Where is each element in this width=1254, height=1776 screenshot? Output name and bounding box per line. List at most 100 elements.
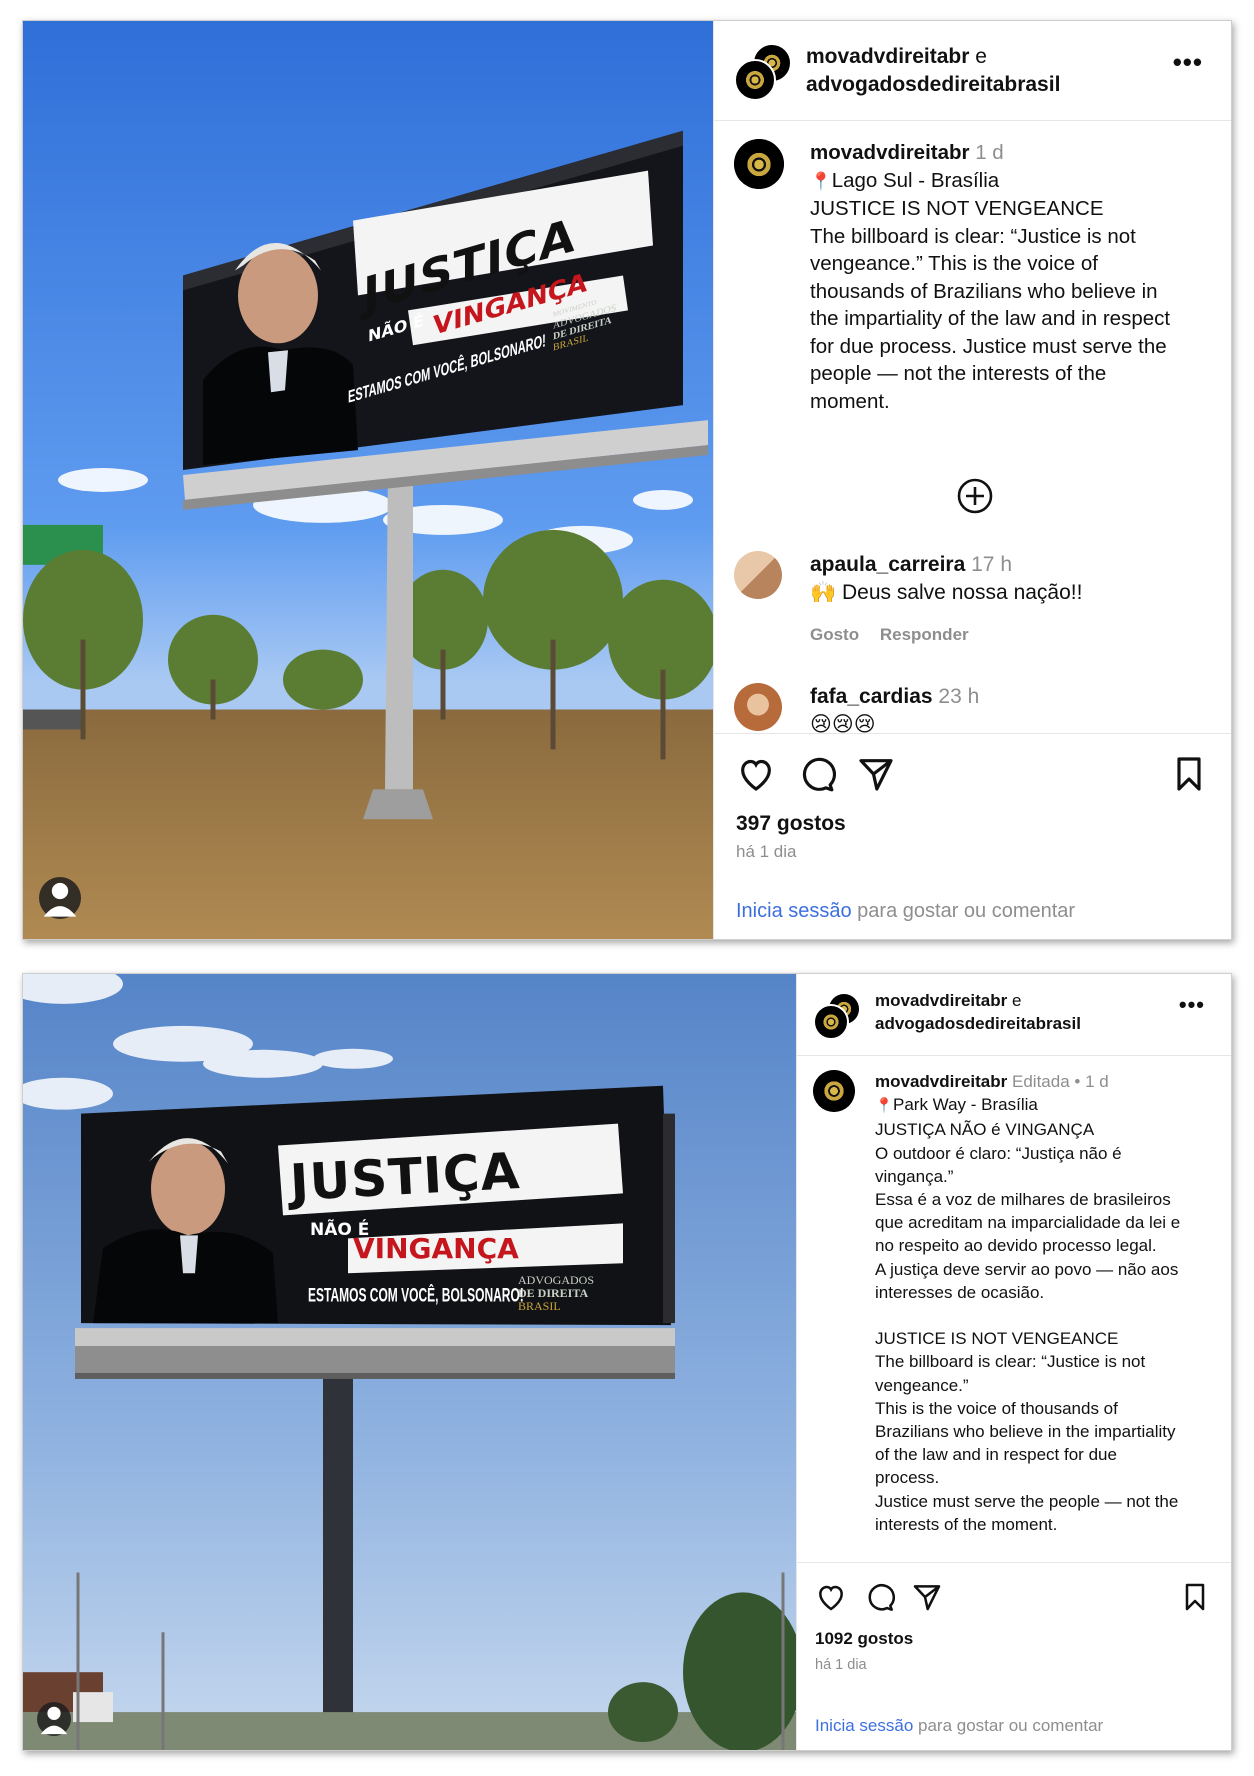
post-date[interactable]: há 1 dia bbox=[736, 842, 797, 862]
post-action-bar: 1092 gostos há 1 dia Inicia sessão para … bbox=[797, 1562, 1231, 1750]
post-header: movadvdireitabr e advogadosdedireitabras… bbox=[797, 974, 1231, 1056]
post-date[interactable]: há 1 dia bbox=[815, 1657, 867, 1673]
instagram-post-2: JUSTIÇA NÃO É VINGANÇA ESTAMOS COM VOCÊ,… bbox=[22, 973, 1232, 1751]
caption-line: vengeance.” bbox=[875, 1375, 969, 1395]
caption-edited: Editada • bbox=[1012, 1072, 1081, 1091]
login-prompt: Inicia sessão para gostar ou comentar bbox=[815, 1716, 1103, 1736]
caption-time: 1 d bbox=[975, 141, 1004, 164]
header-conjunction: e bbox=[1012, 991, 1022, 1010]
add-circle-icon[interactable] bbox=[956, 477, 994, 515]
billboard-tagline: ESTAMOS COM VOCÊ, BOLSONARO! bbox=[308, 1284, 524, 1307]
user-tag-icon bbox=[43, 882, 77, 917]
bookmark-icon[interactable] bbox=[1169, 754, 1209, 794]
caption-line: This is the voice of thousands of bbox=[875, 1398, 1118, 1418]
caption-line: Brazilians who believe in the impartiali… bbox=[875, 1422, 1176, 1442]
comment-username[interactable]: fafa_cardias bbox=[810, 685, 933, 708]
location-pin-icon: 📍 bbox=[875, 1098, 893, 1115]
avatar-movadvdireitabr[interactable] bbox=[734, 59, 776, 101]
billboard-logo: ADVOGADOS DE DIREITA BRASIL bbox=[518, 1273, 595, 1313]
header-conjunction: e bbox=[975, 45, 987, 68]
share-icon[interactable] bbox=[856, 754, 896, 794]
caption-line: people — not the interests of the bbox=[810, 362, 1107, 385]
caption-username[interactable]: movadvdireitabr bbox=[875, 1072, 1007, 1091]
collab-avatars[interactable] bbox=[813, 992, 863, 1040]
caption-line: interests of the moment. bbox=[875, 1514, 1058, 1534]
caption-line: A justiça deve servir ao povo — não aos bbox=[875, 1259, 1179, 1279]
billboard-photo bbox=[23, 974, 796, 1750]
more-icon: ••• bbox=[1178, 992, 1205, 1017]
user-tag-icon bbox=[40, 1706, 68, 1735]
location-pin-icon: 📍 bbox=[810, 170, 832, 191]
login-prompt-text: para gostar ou comentar bbox=[851, 900, 1076, 922]
login-prompt-text: para gostar ou comentar bbox=[913, 1716, 1104, 1735]
login-link[interactable]: Inicia sessão bbox=[815, 1716, 913, 1735]
caption-line: for due process. Justice must serve the bbox=[810, 334, 1167, 358]
likes-count[interactable]: 397 gostos bbox=[736, 812, 846, 836]
post-photo[interactable]: JUSTIÇA NÃO É VINGANÇA ESTAMOS COM VOCÊ,… bbox=[23, 21, 713, 939]
caption-line: JUSTIÇA NÃO é VINGANÇA bbox=[875, 1120, 1095, 1140]
post-side-panel: movadvdireitabr e advogadosdedireitabras… bbox=[713, 21, 1231, 939]
avatar-movadvdireitabr[interactable] bbox=[813, 1004, 849, 1040]
caption-line: vengeance.” This is the voice of bbox=[810, 252, 1098, 275]
login-prompt: Inicia sessão para gostar ou comentar bbox=[736, 900, 1075, 923]
heart-icon[interactable] bbox=[736, 754, 776, 794]
caption-line: O outdoor é claro: “Justiça não é bbox=[875, 1143, 1122, 1163]
caption-location[interactable]: Lago Sul - Brasília bbox=[832, 169, 1000, 192]
header-username-1[interactable]: movadvdireitabr bbox=[875, 991, 1007, 1010]
caption-location[interactable]: Park Way - Brasília bbox=[893, 1095, 1038, 1114]
tagged-users-button[interactable] bbox=[37, 1702, 71, 1736]
share-icon[interactable] bbox=[911, 1581, 943, 1613]
caption-line: process. bbox=[875, 1468, 940, 1488]
heart-icon[interactable] bbox=[815, 1581, 847, 1613]
comment-item: fafa_cardias 23 h 😢😢😢 bbox=[734, 683, 1211, 736]
caption-line: thousands of Brazilians who believe in bbox=[810, 279, 1158, 303]
comment-username[interactable]: apaula_carreira bbox=[810, 553, 965, 576]
caption-line: que acreditam na imparcialidade da lei e bbox=[875, 1213, 1181, 1233]
caption-line: vingança.” bbox=[875, 1166, 954, 1186]
billboard-line3: VINGANÇA bbox=[353, 1232, 519, 1265]
more-options-button[interactable]: ••• bbox=[1173, 47, 1203, 78]
comment-text: 🙌 Deus salve nossa nação!! bbox=[810, 581, 1083, 604]
caption-line: Essa é a voz de milhares de brasileiros bbox=[875, 1190, 1171, 1210]
collab-names: movadvdireitabr e advogadosdedireitabras… bbox=[875, 990, 1081, 1036]
more-icon: ••• bbox=[1172, 47, 1203, 77]
header-username-2[interactable]: advogadosdedireitabrasil bbox=[806, 73, 1060, 96]
collab-avatars[interactable] bbox=[734, 43, 794, 101]
login-link[interactable]: Inicia sessão bbox=[736, 900, 852, 922]
caption-username[interactable]: movadvdireitabr bbox=[810, 141, 970, 164]
caption-line: JUSTICE IS NOT VENGEANCE bbox=[810, 197, 1104, 220]
comment-like-button[interactable]: Gosto bbox=[810, 625, 859, 644]
collab-names: movadvdireitabr e advogadosdedireitabras… bbox=[806, 43, 1060, 100]
billboard-line1: JUSTIÇA bbox=[288, 1142, 522, 1212]
header-username-1[interactable]: movadvdireitabr bbox=[806, 45, 969, 68]
comment-icon[interactable] bbox=[863, 1581, 895, 1613]
billboard-text: JUSTIÇA NÃO É VINGANÇA ESTAMOS COM VOCÊ,… bbox=[278, 1124, 638, 1324]
caption-line: interesses de ocasião. bbox=[875, 1282, 1045, 1302]
caption-line: moment. bbox=[810, 389, 890, 413]
caption-avatar[interactable] bbox=[734, 139, 784, 189]
post-action-bar: 397 gostos há 1 dia Inicia sessão para g… bbox=[714, 733, 1231, 939]
bookmark-icon[interactable] bbox=[1179, 1581, 1211, 1613]
comment-reply-button[interactable]: Responder bbox=[880, 625, 969, 644]
post-header: movadvdireitabr e advogadosdedireitabras… bbox=[714, 21, 1231, 121]
comment-time: 17 h bbox=[971, 553, 1012, 576]
caption-avatar[interactable] bbox=[813, 1070, 855, 1112]
post-side-panel: movadvdireitabr e advogadosdedireitabras… bbox=[796, 974, 1231, 1750]
header-username-2[interactable]: advogadosdedireitabrasil bbox=[875, 1014, 1081, 1033]
caption-line bbox=[875, 1304, 1213, 1327]
tagged-users-button[interactable] bbox=[39, 877, 81, 919]
caption-line: JUSTICE IS NOT VENGEANCE bbox=[875, 1329, 1119, 1349]
post-photo[interactable]: JUSTIÇA NÃO É VINGANÇA ESTAMOS COM VOCÊ,… bbox=[23, 974, 796, 1750]
likes-count[interactable]: 1092 gostos bbox=[815, 1629, 913, 1649]
caption-line: Justice must serve the people — not the bbox=[875, 1491, 1179, 1511]
comment-avatar[interactable] bbox=[734, 551, 782, 599]
comment-icon[interactable] bbox=[796, 754, 836, 794]
comment-avatar[interactable] bbox=[734, 683, 782, 731]
caption-time: 1 d bbox=[1085, 1072, 1109, 1091]
caption-line: The billboard is clear: “Justice is not bbox=[875, 1352, 1146, 1372]
comment-item: apaula_carreira 17 h 🙌 Deus salve nossa … bbox=[734, 551, 1211, 644]
instagram-post-1: JUSTIÇA NÃO É VINGANÇA ESTAMOS COM VOCÊ,… bbox=[22, 20, 1232, 940]
more-options-button[interactable]: ••• bbox=[1179, 992, 1205, 1018]
caption-line: no respeito ao devido processo legal. bbox=[875, 1236, 1157, 1256]
comment-time: 23 h bbox=[938, 685, 980, 708]
